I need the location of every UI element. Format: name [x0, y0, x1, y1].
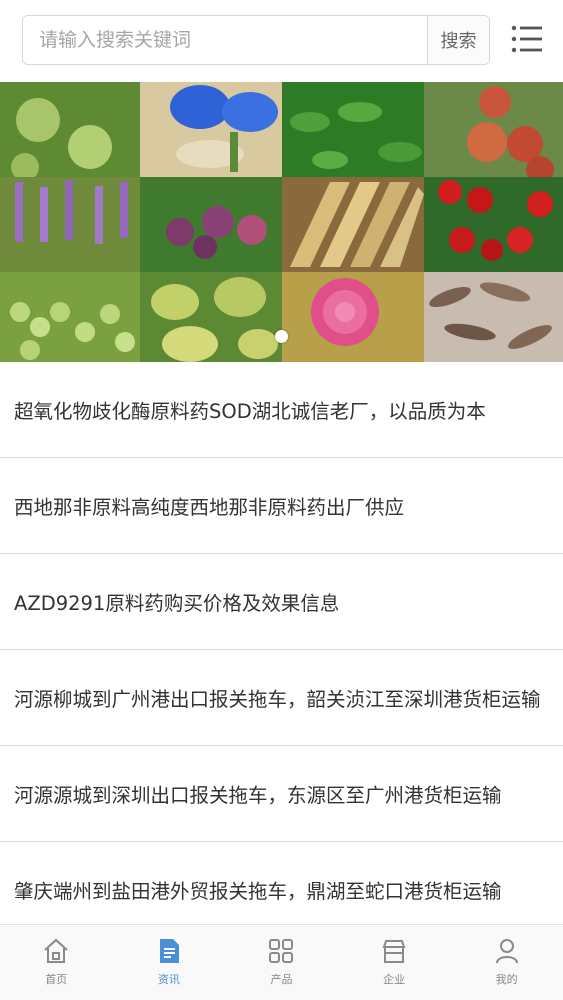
menu-icon[interactable] — [510, 22, 544, 56]
tile-figs — [140, 272, 282, 362]
news-item[interactable]: 河源源城到深圳出口报关拖车，东源区至广州港货柜运输 — [0, 746, 563, 842]
news-item[interactable]: 超氧化物歧化酶原料药SOD湖北诚信老厂，以品质为本 — [0, 362, 563, 458]
tile-cherries — [424, 177, 563, 272]
tile-green-grapes — [0, 272, 140, 362]
tab-products-label: 产品 — [270, 973, 293, 986]
grid-icon — [269, 939, 294, 963]
tab-news-label: 资讯 — [157, 973, 180, 986]
store-icon — [382, 940, 406, 963]
carousel-indicator-dot[interactable] — [275, 330, 288, 343]
bottom-tab-bar: 首页 资讯 产品 企业 我的 — [0, 924, 563, 1000]
tile-pink-rose — [282, 272, 424, 362]
tab-home-label: 首页 — [45, 973, 68, 986]
news-title: 肇庆端州到盐田港外贸报关拖车，鼎湖至蛇口港货柜运输 — [14, 880, 502, 903]
tab-mine[interactable]: 我的 — [450, 925, 563, 1000]
news-list: 超氧化物歧化酶原料药SOD湖北诚信老厂，以品质为本 西地那非原料高纯度西地那非原… — [0, 362, 563, 938]
tile-dried-pods — [424, 272, 563, 362]
tab-products[interactable]: 产品 — [225, 925, 338, 1000]
news-item[interactable]: 河源柳城到广州港出口报关拖车，韶关浈江至深圳港货柜运输 — [0, 650, 563, 746]
user-icon — [495, 939, 518, 964]
search-button[interactable]: 搜索 — [427, 16, 489, 64]
header: 搜索 — [0, 0, 563, 82]
search-box: 搜索 — [22, 15, 490, 65]
tab-news[interactable]: 资讯 — [113, 925, 226, 1000]
news-title: 河源柳城到广州港出口报关拖车，韶关浈江至深圳港货柜运输 — [14, 688, 541, 711]
home-icon — [44, 938, 68, 963]
banner-image — [0, 82, 563, 362]
news-title: 河源源城到深圳出口报关拖车，东源区至广州港货柜运输 — [14, 784, 502, 807]
news-item[interactable]: 西地那非原料高纯度西地那非原料药出厂供应 — [0, 458, 563, 554]
news-item[interactable]: AZD9291原料药购买价格及效果信息 — [0, 554, 563, 650]
tab-home[interactable]: 首页 — [0, 925, 113, 1000]
banner-carousel[interactable] — [0, 82, 563, 362]
search-input[interactable] — [23, 16, 427, 64]
tab-company[interactable]: 企业 — [338, 925, 451, 1000]
tile-blue-flower — [140, 82, 282, 177]
tile-green-seedlings — [282, 82, 424, 177]
tile-dried-herbs — [282, 177, 424, 272]
tile-green-apples — [0, 82, 140, 181]
news-title: 西地那非原料高纯度西地那非原料药出厂供应 — [14, 496, 405, 519]
tile-red-apricots — [424, 82, 563, 184]
news-document-icon — [159, 939, 179, 963]
tile-plums — [140, 177, 282, 272]
tab-mine-label: 我的 — [495, 973, 518, 986]
news-title: 超氧化物歧化酶原料药SOD湖北诚信老厂，以品质为本 — [14, 400, 486, 423]
news-title: AZD9291原料药购买价格及效果信息 — [14, 592, 340, 615]
tile-purple-flowers — [0, 177, 140, 272]
tab-company-label: 企业 — [383, 973, 406, 986]
